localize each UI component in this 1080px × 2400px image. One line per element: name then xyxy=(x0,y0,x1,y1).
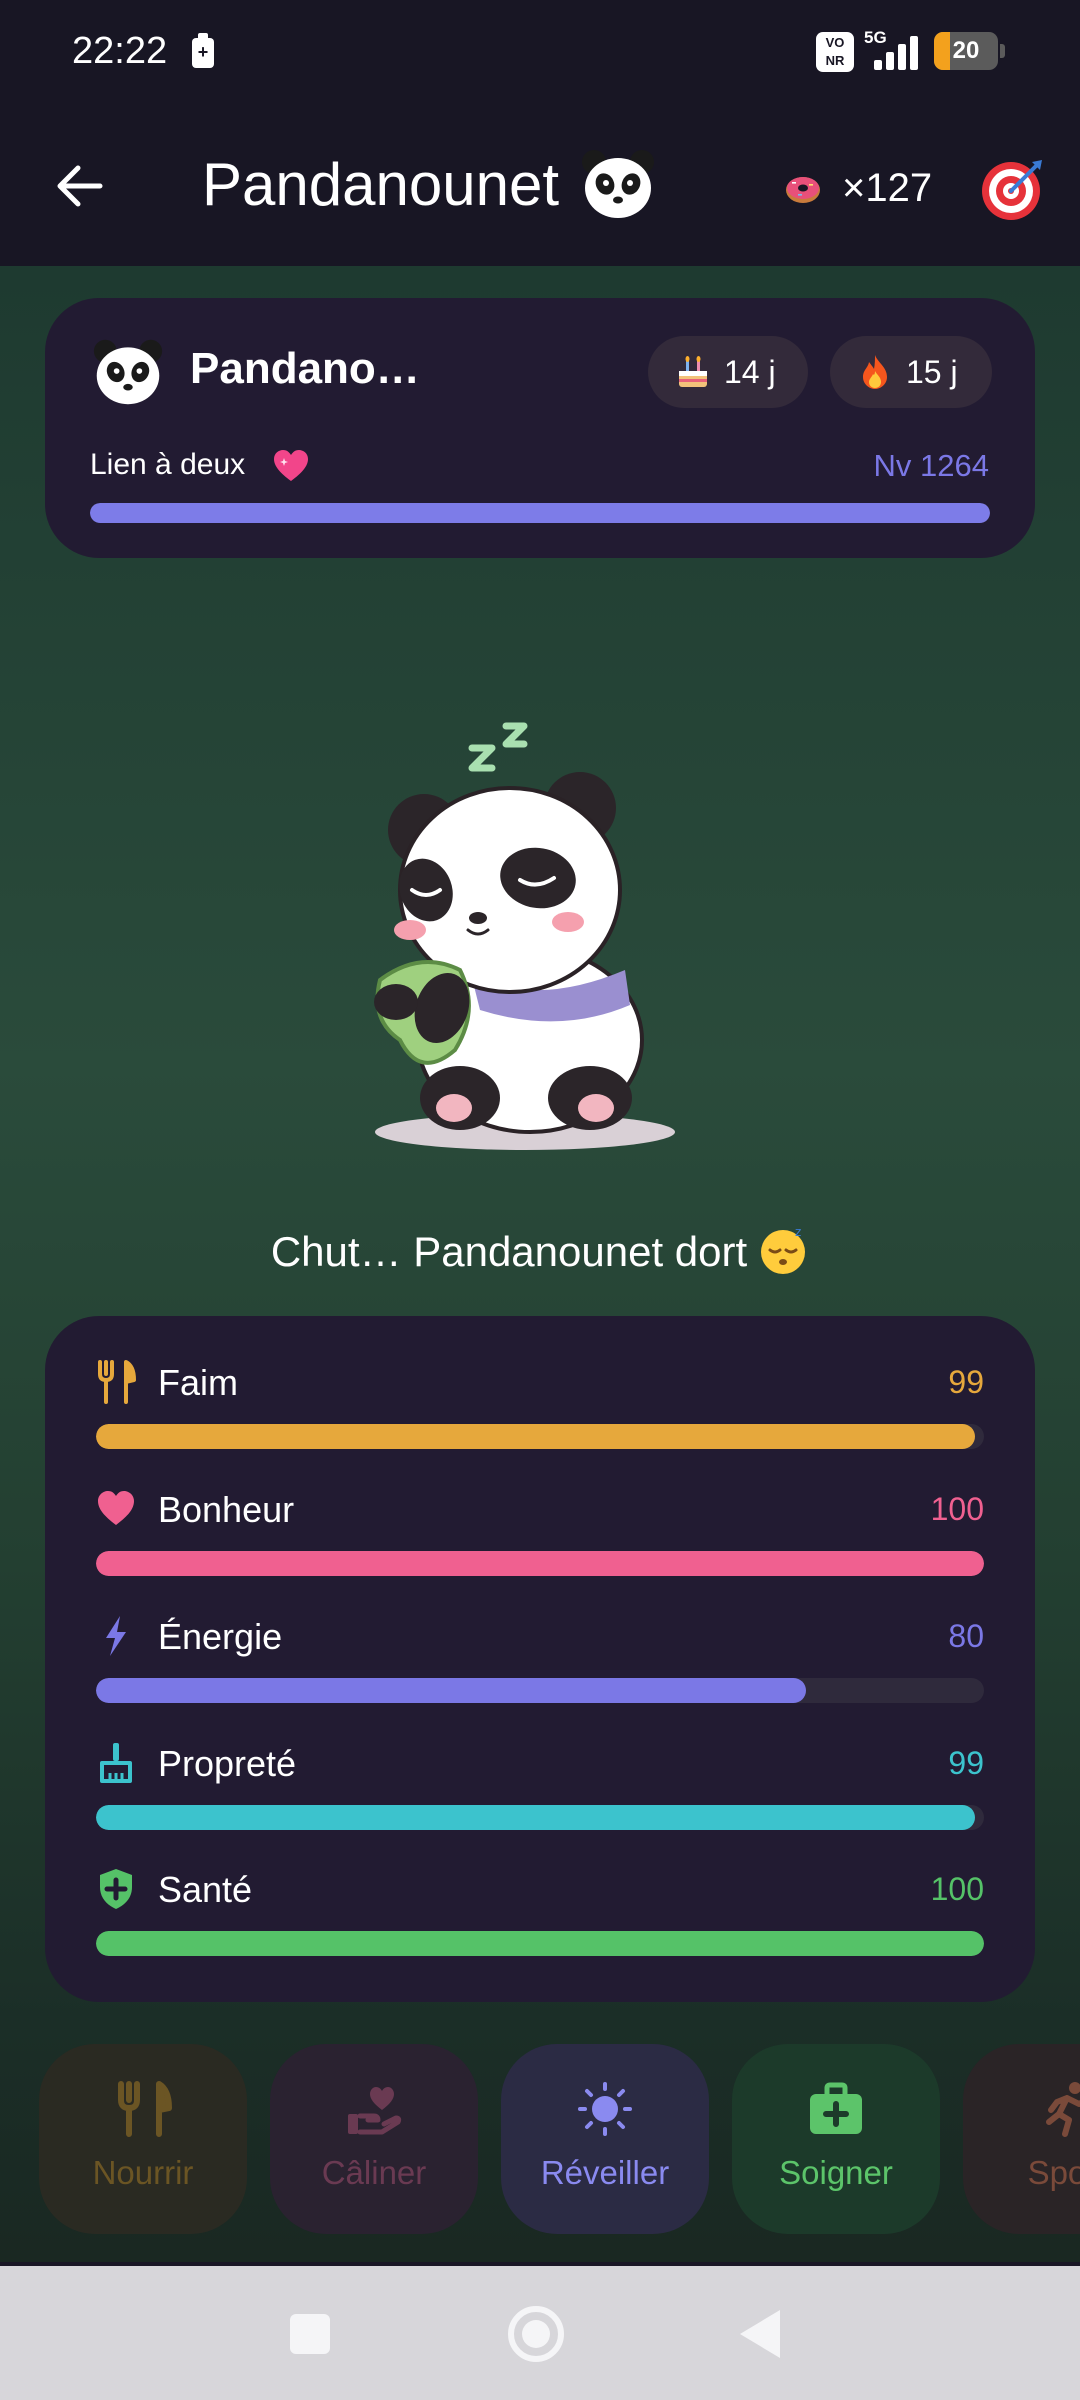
streak-value: 15 j xyxy=(906,353,958,390)
bond-progress-bar xyxy=(90,503,990,523)
donut-icon xyxy=(786,177,820,203)
bond-level: Nv 1264 xyxy=(873,448,989,483)
battery-level: 20 xyxy=(952,37,980,64)
streak-chip: 15 j xyxy=(830,336,992,408)
sparkling-heart-icon xyxy=(274,450,308,481)
status-time: 22:22 xyxy=(72,30,168,72)
cuddle-button[interactable]: Câliner xyxy=(270,2044,478,2234)
action-bar: Nourrir Câliner Réveiller Soigner Spo xyxy=(0,2040,1080,2236)
age-value: 14 j xyxy=(724,353,776,390)
fork-knife-icon xyxy=(118,2081,172,2137)
back-icon[interactable] xyxy=(740,2310,780,2358)
broom-icon xyxy=(100,1743,132,1783)
stat-value: 100 xyxy=(930,1871,984,1907)
panda-face-icon xyxy=(93,339,163,405)
stat-value: 99 xyxy=(948,1364,984,1400)
recents-icon[interactable] xyxy=(290,2314,330,2354)
heal-button[interactable]: Soigner xyxy=(732,2044,940,2234)
home-icon[interactable] xyxy=(508,2306,564,2362)
age-chip: 14 j xyxy=(648,336,808,408)
stat-label: Faim xyxy=(158,1362,238,1403)
sleep-message-text: Chut… Pandanounet dort xyxy=(270,1228,748,1275)
target-icon[interactable] xyxy=(980,156,1046,222)
volte-icon: VO NR xyxy=(816,32,854,72)
lightning-icon xyxy=(106,1616,126,1656)
running-icon xyxy=(1046,2082,1080,2137)
system-nav-bar xyxy=(0,2266,1080,2400)
stat-label: Énergie xyxy=(158,1616,283,1657)
birthday-cake-icon xyxy=(679,356,707,387)
action-label: Soigner xyxy=(779,2154,893,2191)
heart-icon xyxy=(98,1491,134,1525)
stat-value: 99 xyxy=(948,1745,984,1781)
action-label: Câliner xyxy=(321,2154,427,2191)
battery-saver-icon: + xyxy=(192,33,214,68)
pet-name: Pandano… xyxy=(190,344,420,393)
stat-bar-fill xyxy=(96,1678,807,1703)
battery-icon: 20 xyxy=(934,32,998,70)
stat-value: 100 xyxy=(930,1491,984,1527)
stat-label: Santé xyxy=(158,1869,253,1910)
stat-bar xyxy=(96,1551,984,1576)
stat-bar-fill xyxy=(96,1931,984,1956)
action-label: Nourrir xyxy=(92,2154,194,2191)
hand-heart-icon xyxy=(348,2087,402,2135)
panda-face-icon xyxy=(582,150,654,218)
signal-icon xyxy=(872,36,924,70)
shield-plus-icon xyxy=(100,1869,132,1909)
sleep-message: Chut… Pandanounet dort z xyxy=(0,1224,1080,1276)
stat-label: Bonheur xyxy=(158,1489,295,1530)
wake-button[interactable]: Réveiller xyxy=(501,2044,709,2234)
sun-icon xyxy=(578,2082,632,2136)
first-aid-kit-icon xyxy=(810,2082,862,2134)
fire-icon xyxy=(863,355,887,389)
stat-bar xyxy=(96,1805,984,1830)
stat-value: 80 xyxy=(948,1618,984,1654)
feed-button[interactable]: Nourrir xyxy=(39,2044,247,2234)
stat-bar xyxy=(96,1678,984,1703)
sleeping-face-icon: z xyxy=(761,1225,806,1274)
svg-text:z: z xyxy=(795,1225,801,1239)
stat-bar-fill xyxy=(96,1424,976,1449)
sleeping-panda-illustration[interactable] xyxy=(360,690,690,1160)
stat-bar-fill xyxy=(96,1551,984,1576)
battery-tip xyxy=(1000,44,1005,58)
bond-label: Lien à deux xyxy=(90,448,246,481)
action-label: Sport xyxy=(1027,2154,1080,2191)
fork-knife-icon xyxy=(98,1360,136,1404)
coin-count: ×127 xyxy=(842,166,933,210)
sport-button[interactable]: Sport xyxy=(963,2044,1080,2234)
action-label: Réveiller xyxy=(540,2154,670,2191)
page-title: Pandanounet xyxy=(202,151,560,218)
stat-label: Propreté xyxy=(158,1743,297,1784)
stat-bar xyxy=(96,1424,984,1449)
back-arrow-icon[interactable] xyxy=(52,158,108,214)
stat-bar-fill xyxy=(96,1805,976,1830)
bond-progress-fill xyxy=(90,503,990,523)
stat-bar xyxy=(96,1931,984,1956)
